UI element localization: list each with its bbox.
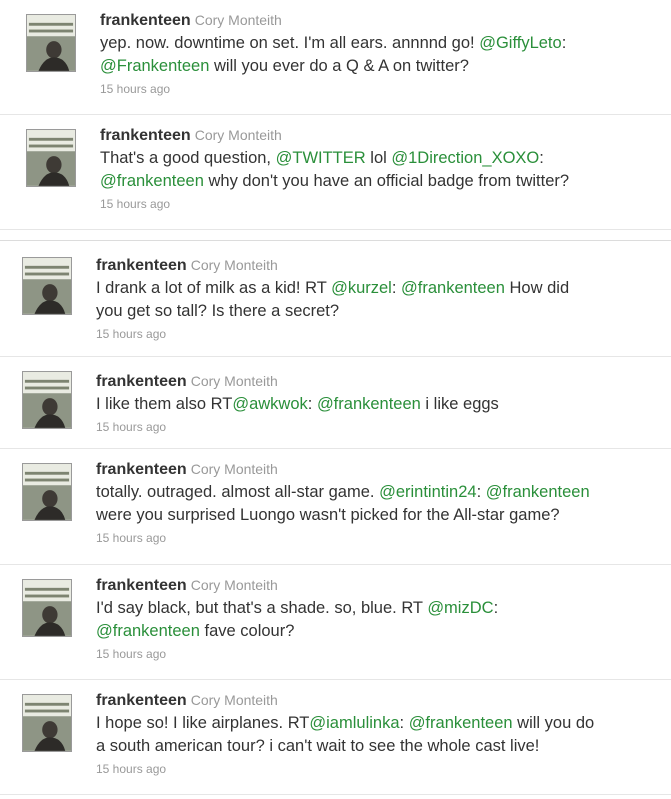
mention-link[interactable]: @frankenteen xyxy=(317,395,421,413)
screen-name[interactable]: frankenteen xyxy=(100,127,191,144)
mention-link[interactable]: @awkwok xyxy=(232,395,307,413)
tweet-text: That's a good question, @TWITTER lol @1D… xyxy=(100,147,665,193)
tweet-text-segment: : xyxy=(539,149,544,167)
tweet-text-segment: yep. now. downtime on set. I'm all ears.… xyxy=(100,34,480,52)
tweet-text-segment: : xyxy=(476,483,486,501)
tweet-text-segment: you get so tall? Is there a secret? xyxy=(96,302,340,320)
tweet-text-segment: totally. outraged. almost all-star game. xyxy=(96,483,380,501)
tweet-text: I hope so! I like airplanes. RT@iamlulin… xyxy=(96,712,665,758)
tweet-7: frankenteen Cory Monteith I hope so! I li… xyxy=(0,680,671,795)
tweet-text-segment: were you surprised Luongo wasn't picked … xyxy=(96,506,560,524)
tweet-content: frankenteen Cory Monteith yep. now. downt… xyxy=(100,10,665,96)
mention-link[interactable]: @TWITTER xyxy=(276,149,366,167)
screen-name[interactable]: frankenteen xyxy=(96,692,187,709)
avatar-photo-icon[interactable] xyxy=(22,694,72,752)
tweet-header: frankenteen Cory Monteith xyxy=(100,10,665,31)
tweet-header: frankenteen Cory Monteith xyxy=(96,459,665,480)
mention-link[interactable]: @1Direction_XOXO xyxy=(391,149,539,167)
tweet-text-segment: : xyxy=(307,395,317,413)
tweet-header: frankenteen Cory Monteith xyxy=(100,125,665,146)
avatar-photo-icon[interactable] xyxy=(22,257,72,315)
mention-link[interactable]: @GiffyLeto xyxy=(479,34,561,52)
tweet-content: frankenteen Cory Monteith I drank a lot o… xyxy=(96,255,665,341)
screen-name[interactable]: frankenteen xyxy=(100,12,191,29)
mention-link[interactable]: @iamlulinka xyxy=(309,714,399,732)
full-name: Cory Monteith xyxy=(190,461,278,477)
mention-link[interactable]: @erintintin24 xyxy=(379,483,476,501)
tweet-3: frankenteen Cory Monteith I drank a lot o… xyxy=(0,241,671,357)
screen-name[interactable]: frankenteen xyxy=(96,461,187,478)
full-name: Cory Monteith xyxy=(194,12,282,28)
mention-link[interactable]: @frankenteen xyxy=(96,622,200,640)
tweet-header: frankenteen Cory Monteith xyxy=(96,575,665,596)
tweet-header: frankenteen Cory Monteith xyxy=(96,371,665,392)
screen-name[interactable]: frankenteen xyxy=(96,257,187,274)
mention-link[interactable]: @mizDC xyxy=(427,599,493,617)
mention-link[interactable]: @kurzel xyxy=(331,279,392,297)
timestamp[interactable]: 15 hours ago xyxy=(96,420,665,434)
tweet-text-segment: : xyxy=(399,714,409,732)
screen-name[interactable]: frankenteen xyxy=(96,577,187,594)
tweet-text-segment: I hope so! I like airplanes. RT xyxy=(96,714,310,732)
tweet-2: frankenteen Cory Monteith That's a good q… xyxy=(0,115,671,230)
timestamp[interactable]: 15 hours ago xyxy=(96,531,665,545)
timestamp[interactable]: 15 hours ago xyxy=(100,197,665,211)
avatar-photo-icon[interactable] xyxy=(22,371,72,429)
avatar-photo-icon[interactable] xyxy=(22,579,72,637)
tweet-header: frankenteen Cory Monteith xyxy=(96,690,665,711)
timestamp[interactable]: 15 hours ago xyxy=(96,647,665,661)
tweet-text-segment: : xyxy=(391,279,402,297)
avatar-photo-icon[interactable] xyxy=(22,463,72,521)
tweet-text-segment: I'd say black, but that's a shade. so, b… xyxy=(96,599,428,617)
full-name: Cory Monteith xyxy=(190,692,278,708)
tweet-6: frankenteen Cory Monteith I'd say black, … xyxy=(0,565,671,680)
timestamp[interactable]: 15 hours ago xyxy=(100,82,665,96)
tweet-text-segment: fave colour? xyxy=(199,622,295,640)
tweet-header: frankenteen Cory Monteith xyxy=(96,255,665,276)
tweet-text: totally. outraged. almost all-star game.… xyxy=(96,481,665,527)
full-name: Cory Monteith xyxy=(190,577,278,593)
tweet-text-segment: lol xyxy=(365,149,392,167)
timestamp[interactable]: 15 hours ago xyxy=(96,762,665,776)
tweet-text-segment: i like eggs xyxy=(420,395,499,413)
tweet-text: I'd say black, but that's a shade. so, b… xyxy=(96,597,665,643)
tweet-text: yep. now. downtime on set. I'm all ears.… xyxy=(100,32,665,78)
full-name: Cory Monteith xyxy=(190,373,278,389)
tweet-1: frankenteen Cory Monteith yep. now. downt… xyxy=(0,0,671,115)
mention-link[interactable]: @frankenteen xyxy=(486,483,590,501)
tweet-text: I like them also RT@awkwok: @frankenteen… xyxy=(96,393,665,416)
tweet-content: frankenteen Cory Monteith That's a good q… xyxy=(100,125,665,211)
tweet-text-segment: I like them also RT xyxy=(96,395,233,413)
tweet-4: frankenteen Cory Monteith I like them als… xyxy=(0,357,671,449)
tweet-text: I drank a lot of milk as a kid! RT @kurz… xyxy=(96,277,665,323)
full-name: Cory Monteith xyxy=(194,127,282,143)
tweet-text-segment: a south american tour? i can't wait to s… xyxy=(96,737,540,755)
tweet-text-segment: : xyxy=(493,599,499,617)
tweet-content: frankenteen Cory Monteith I'd say black, … xyxy=(96,575,665,661)
mention-link[interactable]: @frankenteen xyxy=(409,714,513,732)
mention-link[interactable]: @frankenteen xyxy=(100,172,204,190)
tweet-content: frankenteen Cory Monteith totally. outrag… xyxy=(96,459,665,545)
tweet-5: frankenteen Cory Monteith totally. outrag… xyxy=(0,449,671,565)
avatar-photo-icon[interactable] xyxy=(26,14,76,72)
tweet-text-segment: That's a good question, xyxy=(100,149,276,167)
mention-link[interactable]: @frankenteen xyxy=(401,279,505,297)
tweet-text-segment: : xyxy=(561,34,567,52)
tweet-text-segment: I drank a lot of milk as a kid! RT xyxy=(96,279,332,297)
tweet-text-segment: How did xyxy=(504,279,570,297)
tweet-content: frankenteen Cory Monteith I hope so! I li… xyxy=(96,690,665,776)
tweet-text-segment: will you ever do a Q & A on twitter? xyxy=(209,57,469,75)
full-name: Cory Monteith xyxy=(190,257,278,273)
tweet-content: frankenteen Cory Monteith I like them als… xyxy=(96,371,665,434)
mention-link[interactable]: @Frankenteen xyxy=(100,57,209,75)
timestamp[interactable]: 15 hours ago xyxy=(96,327,665,341)
tweet-text-segment: will you do xyxy=(512,714,595,732)
avatar-photo-icon[interactable] xyxy=(26,129,76,187)
screen-name[interactable]: frankenteen xyxy=(96,373,187,390)
tweet-text-segment: why don't you have an official badge fro… xyxy=(203,172,570,190)
